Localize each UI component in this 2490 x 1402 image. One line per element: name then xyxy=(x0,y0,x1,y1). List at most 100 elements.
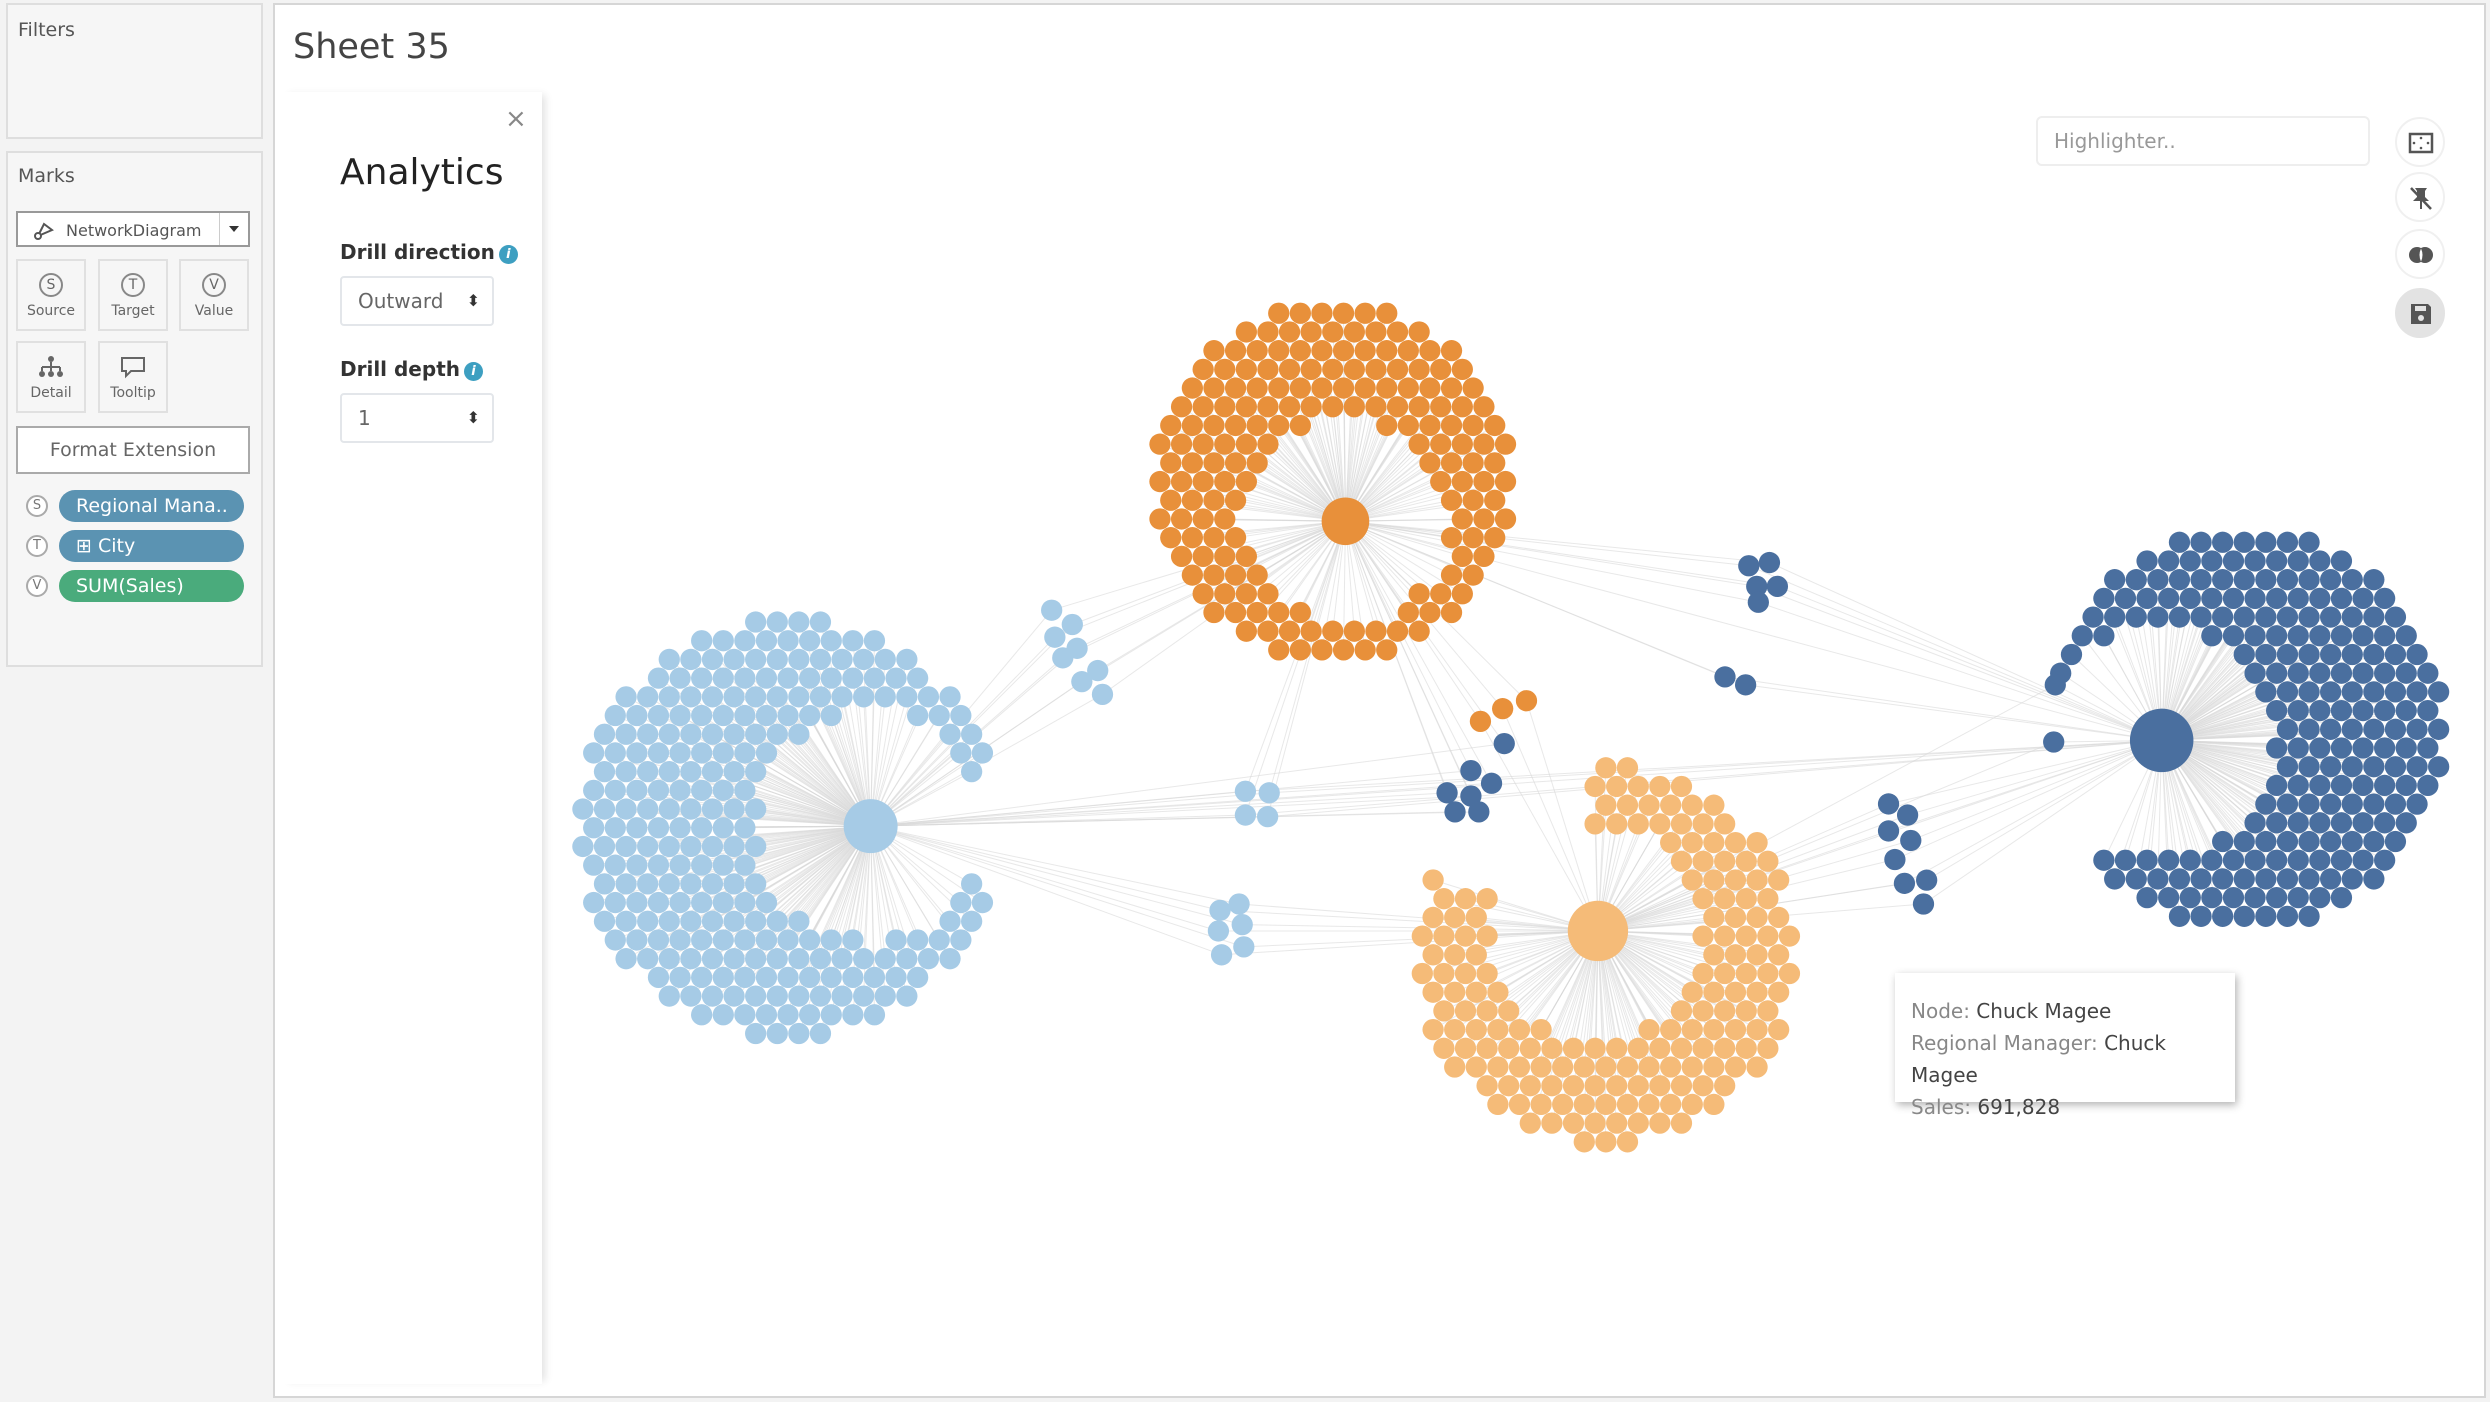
city-node[interactable] xyxy=(2104,868,2126,890)
city-node[interactable] xyxy=(712,966,734,989)
city-node[interactable] xyxy=(799,929,821,951)
city-node[interactable] xyxy=(604,817,626,839)
city-node[interactable] xyxy=(1365,321,1387,343)
city-node[interactable] xyxy=(1408,396,1430,418)
city-node[interactable] xyxy=(1149,470,1171,493)
city-node[interactable] xyxy=(1462,452,1484,474)
city-node[interactable] xyxy=(1278,358,1301,380)
city-node[interactable] xyxy=(1268,377,1290,399)
city-node[interactable] xyxy=(1735,1000,1757,1022)
city-node[interactable] xyxy=(907,929,929,951)
city-node[interactable] xyxy=(2276,718,2299,740)
city-node[interactable] xyxy=(680,985,702,1007)
city-node[interactable] xyxy=(820,630,842,652)
city-node[interactable] xyxy=(723,798,745,820)
city-node[interactable] xyxy=(2255,569,2277,591)
city-node[interactable] xyxy=(1289,302,1311,324)
city-node[interactable] xyxy=(2384,793,2407,815)
city-node[interactable] xyxy=(745,723,767,745)
city-node[interactable] xyxy=(1454,888,1477,910)
city-node[interactable] xyxy=(1444,981,1466,1003)
city-node[interactable] xyxy=(1214,545,1236,568)
city-node[interactable] xyxy=(1724,1056,1747,1078)
city-node[interactable] xyxy=(2395,662,2417,684)
city-node[interactable] xyxy=(1714,666,1736,688)
city-node[interactable] xyxy=(1300,620,1322,642)
city-node[interactable] xyxy=(745,910,767,932)
city-node[interactable] xyxy=(2190,868,2212,890)
city-node[interactable] xyxy=(755,966,778,989)
city-node[interactable] xyxy=(1170,396,1193,418)
city-node[interactable] xyxy=(1433,1037,1455,1059)
city-node[interactable] xyxy=(896,648,918,671)
city-node[interactable] xyxy=(1268,601,1290,624)
city-node[interactable] xyxy=(766,985,788,1007)
city-node[interactable] xyxy=(2298,793,2320,815)
city-node[interactable] xyxy=(1235,545,1257,568)
city-node[interactable] xyxy=(1332,340,1355,362)
city-node[interactable] xyxy=(2136,849,2158,871)
city-node[interactable] xyxy=(2179,849,2201,871)
city-node[interactable] xyxy=(604,704,626,727)
city-node[interactable] xyxy=(2044,674,2066,696)
city-node[interactable] xyxy=(1530,1018,1552,1041)
city-node[interactable] xyxy=(907,704,929,727)
city-node[interactable] xyxy=(777,1004,799,1026)
city-node[interactable] xyxy=(2168,569,2191,591)
city-node[interactable] xyxy=(2395,737,2417,759)
city-node[interactable] xyxy=(2222,625,2245,647)
city-node[interactable] xyxy=(1214,508,1236,530)
city-node[interactable] xyxy=(2287,812,2309,834)
city-node[interactable] xyxy=(712,630,734,652)
format-extension-button[interactable]: Format Extension xyxy=(16,426,250,474)
city-node[interactable] xyxy=(1473,545,1495,568)
city-node[interactable] xyxy=(2330,737,2353,759)
city-node[interactable] xyxy=(1670,1000,1693,1022)
city-node[interactable] xyxy=(2309,587,2331,610)
network-diagram[interactable] xyxy=(275,5,2488,1400)
city-node[interactable] xyxy=(2363,681,2385,703)
city-node[interactable] xyxy=(766,948,788,970)
city-node[interactable] xyxy=(1268,414,1290,437)
city-node[interactable] xyxy=(2330,625,2353,647)
city-node[interactable] xyxy=(647,742,670,764)
city-node[interactable] xyxy=(2266,774,2288,797)
city-node[interactable] xyxy=(1757,888,1779,910)
city-node[interactable] xyxy=(1354,639,1376,661)
city-node[interactable] xyxy=(1408,321,1430,343)
city-node[interactable] xyxy=(1595,1093,1617,1116)
city-node[interactable] xyxy=(734,1004,756,1026)
city-node[interactable] xyxy=(1616,1131,1639,1153)
city-node[interactable] xyxy=(1724,869,1747,891)
city-node[interactable] xyxy=(1181,489,1204,511)
city-node[interactable] xyxy=(2384,681,2407,703)
city-node[interactable] xyxy=(680,798,702,820)
city-node[interactable] xyxy=(1224,564,1247,586)
city-node[interactable] xyxy=(788,648,810,671)
city-node[interactable] xyxy=(1476,1075,1498,1097)
city-node[interactable] xyxy=(593,798,616,820)
city-node[interactable] xyxy=(680,686,702,708)
city-node[interactable] xyxy=(2298,531,2320,553)
city-node[interactable] xyxy=(1322,396,1344,418)
city-node[interactable] xyxy=(1758,551,1781,574)
city-node[interactable] xyxy=(680,948,702,970)
city-node[interactable] xyxy=(1692,850,1714,872)
city-node[interactable] xyxy=(1473,470,1495,493)
city-node[interactable] xyxy=(1091,683,1114,706)
city-node[interactable] xyxy=(2136,886,2158,909)
city-node[interactable] xyxy=(2309,886,2331,909)
city-node[interactable] xyxy=(2287,849,2309,871)
city-node[interactable] xyxy=(691,817,713,839)
city-node[interactable] xyxy=(1476,888,1498,910)
city-node[interactable] xyxy=(766,723,788,745)
city-node[interactable] xyxy=(799,630,821,652)
city-node[interactable] xyxy=(1289,377,1311,399)
city-node[interactable] xyxy=(691,929,713,951)
city-node[interactable] xyxy=(1595,794,1617,816)
city-node[interactable] xyxy=(1476,925,1498,947)
city-node[interactable] xyxy=(1638,1093,1660,1116)
city-node[interactable] xyxy=(1422,981,1444,1003)
city-node[interactable] xyxy=(1149,508,1171,530)
city-node[interactable] xyxy=(2427,718,2450,740)
